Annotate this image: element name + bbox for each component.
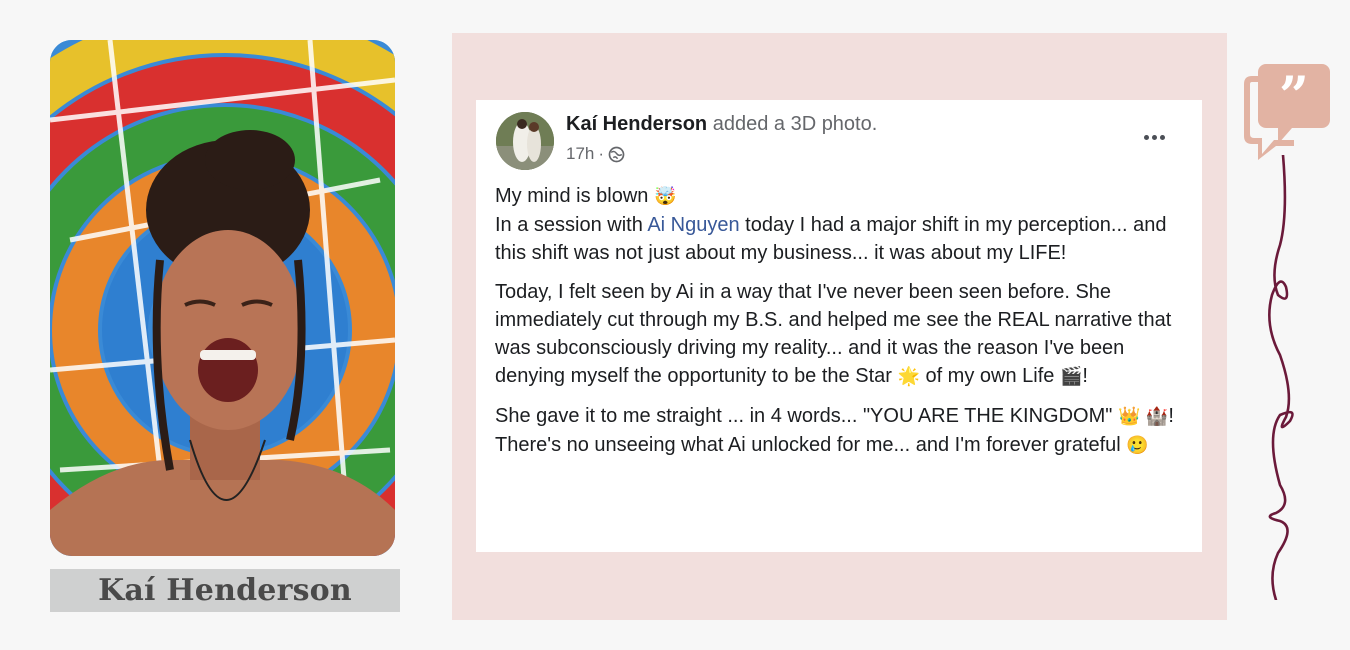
svg-text:”: ” bbox=[1279, 66, 1309, 127]
post-body: My mind is blown 🤯 In a session with Ai … bbox=[495, 182, 1190, 471]
paragraph-text: In a session with bbox=[495, 214, 648, 236]
post-paragraph-1: My mind is blown 🤯 In a session with Ai … bbox=[495, 182, 1190, 267]
paragraph-text: She gave it to me straight ... in 4 word… bbox=[495, 405, 1118, 427]
post-time[interactable]: 17h bbox=[566, 144, 594, 164]
post-paragraph-3: She gave it to me straight ... in 4 word… bbox=[495, 402, 1190, 460]
paragraph-text: ! bbox=[1082, 365, 1088, 387]
post-meta: 17h · bbox=[566, 144, 625, 164]
exploding-head-emoji: 🤯 bbox=[653, 186, 677, 207]
paragraph-text: of my own Life bbox=[919, 365, 1060, 387]
meta-separator: · bbox=[598, 144, 605, 163]
profile-name-plate: Kaí Henderson bbox=[50, 569, 400, 612]
castle-emoji: 🏰 bbox=[1145, 406, 1169, 427]
mention-link[interactable]: Ai Nguyen bbox=[647, 214, 739, 236]
star-emoji: 🌟 bbox=[897, 366, 920, 387]
smiling-tear-emoji: 🥲 bbox=[1126, 435, 1149, 456]
post-header: Kaí Henderson added a 3D photo. bbox=[566, 113, 877, 136]
clapper-emoji: 🎬 bbox=[1059, 366, 1083, 387]
profile-photo bbox=[50, 40, 395, 556]
avatar[interactable] bbox=[496, 112, 554, 170]
crown-emoji: 👑 bbox=[1117, 406, 1141, 427]
quote-icon: ” bbox=[1244, 64, 1330, 160]
decorative-swirl bbox=[1268, 155, 1294, 600]
paragraph-text: My mind is blown bbox=[495, 185, 649, 207]
post-action: added a 3D photo. bbox=[707, 113, 878, 135]
post-paragraph-2: Today, I felt seen by Ai in a way that I… bbox=[495, 278, 1190, 391]
profile-name: Kaí Henderson bbox=[98, 573, 352, 608]
more-options-icon[interactable] bbox=[1140, 126, 1168, 148]
post-author[interactable]: Kaí Henderson bbox=[566, 113, 707, 135]
globe-icon bbox=[608, 146, 625, 162]
